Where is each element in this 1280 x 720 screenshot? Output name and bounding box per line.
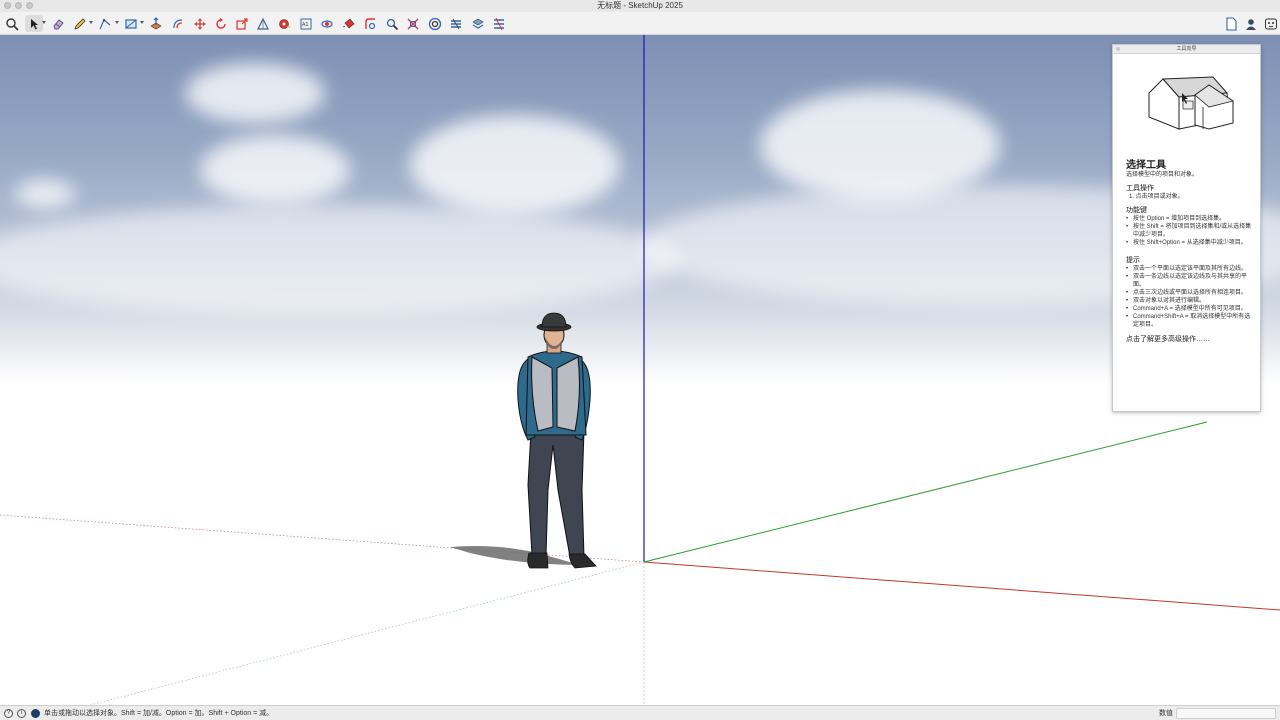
instructor-panel: 工具向导 选择工具 选择模型中的项目和对象。 工具操作 1. 点击项目或对象。 …: [1112, 44, 1261, 412]
layers-icon[interactable]: [447, 15, 465, 32]
measurements-input[interactable]: [1176, 708, 1276, 719]
list-item: 双击一条边线以选定该边线及与其共享的平面。: [1126, 273, 1256, 289]
list-item: 按住 Shift = 将加项目到选择集和/或从选择集中减少项目。: [1126, 223, 1256, 239]
measurements-label: 数值: [1159, 710, 1173, 717]
scale-icon[interactable]: [233, 15, 251, 32]
scenes-icon[interactable]: [490, 15, 508, 32]
info-icon[interactable]: ?: [4, 709, 13, 718]
line-icon[interactable]: [96, 15, 114, 32]
eraser-icon[interactable]: [49, 15, 67, 32]
chevron-down-icon[interactable]: [115, 21, 119, 24]
instructor-header: 工具向导: [1113, 45, 1260, 54]
tape-measure-icon[interactable]: [275, 15, 293, 32]
chevron-down-icon[interactable]: [42, 21, 46, 24]
status-text: 单击或拖动以选择对象。Shift = 加/减。Option = 加。Shift …: [44, 710, 274, 717]
modifier-list: 按住 Option = 增加项目到选择集。 按住 Shift = 将加项目到选择…: [1126, 215, 1256, 247]
help-icon[interactable]: [1262, 15, 1280, 32]
rectangle-icon[interactable]: [122, 15, 140, 32]
credits-icon[interactable]: [31, 709, 40, 718]
paint-bucket-icon[interactable]: [340, 15, 358, 32]
axes-and-figure: [0, 35, 1280, 705]
protractor-icon[interactable]: [254, 15, 272, 32]
pencil-icon[interactable]: [71, 15, 89, 32]
main-toolbar: A1: [0, 12, 1280, 35]
list-item: 按住 Shift+Option = 从选择集中减少项目。: [1126, 239, 1256, 247]
person-figure[interactable]: [517, 312, 597, 569]
red-axis: [643, 561, 1280, 611]
close-icon[interactable]: [1116, 47, 1120, 51]
push-pull-icon[interactable]: [147, 15, 165, 32]
svg-text:A1: A1: [302, 22, 309, 28]
orbit-icon[interactable]: [318, 15, 336, 32]
account-icon[interactable]: [1242, 15, 1260, 32]
modifier-heading: 功能键: [1126, 207, 1147, 214]
instructor-content: 选择工具 选择模型中的项目和对象。 工具操作 1. 点击项目或对象。 功能键 按…: [1126, 160, 1256, 344]
model-viewport[interactable]: [0, 35, 1280, 705]
chevron-down-icon[interactable]: [140, 21, 144, 24]
list-item: 按住 Option = 增加项目到选择集。: [1126, 215, 1256, 223]
tool-subtitle: 选择模型中的项目和对象。: [1126, 172, 1199, 178]
operation-step: 1. 点击项目或对象。: [1129, 194, 1184, 200]
list-item: 点击三次边线或平面以选择所有相连项目。: [1126, 289, 1256, 297]
green-axis: [643, 421, 1208, 563]
rotate-icon[interactable]: [212, 15, 230, 32]
dimension-icon[interactable]: A1: [297, 15, 315, 32]
title-bar: 无标题 - SketchUp 2025: [0, 0, 1280, 12]
list-item: Command+A = 选择模型中所有可见项目。: [1126, 305, 1256, 313]
search-icon[interactable]: [3, 15, 21, 32]
offset-icon[interactable]: [169, 15, 187, 32]
house-illustration: [1148, 76, 1234, 130]
window-title: 无标题 - SketchUp 2025: [597, 1, 683, 10]
operation-heading: 工具操作: [1126, 185, 1154, 192]
zoom-extents-icon[interactable]: [404, 15, 422, 32]
chevron-down-icon[interactable]: [89, 21, 93, 24]
styles-icon[interactable]: [469, 15, 487, 32]
status-bar: ? i 单击或拖动以选择对象。Shift = 加/减。Option = 加。Sh…: [0, 705, 1280, 720]
list-item: Command+Shift+A = 取消选择模型中所有选定项目。: [1126, 313, 1256, 329]
select-arrow-icon[interactable]: [25, 15, 43, 32]
section-plane-icon[interactable]: [426, 15, 444, 32]
geolocation-icon[interactable]: i: [17, 709, 26, 718]
green-axis-negative: [89, 561, 645, 705]
instructor-header-title: 工具向导: [1176, 46, 1197, 52]
follow-me-icon[interactable]: [361, 15, 379, 32]
tool-title: 选择工具: [1126, 160, 1166, 171]
tips-heading: 提示: [1126, 257, 1140, 264]
tips-list: 双击一个平面以选定该平面及其所有边线。 双击一条边线以选定该边线及与其共享的平面…: [1126, 265, 1256, 329]
list-item: 双击对象以对其进行编辑。: [1126, 297, 1256, 305]
move-icon[interactable]: [191, 15, 209, 32]
more-advanced-link[interactable]: 点击了解更多高级操作……: [1126, 335, 1256, 344]
list-item: 双击一个平面以选定该平面及其所有边线。: [1126, 265, 1256, 273]
zoom-icon[interactable]: [383, 15, 401, 32]
document-icon[interactable]: [1222, 15, 1240, 32]
figure-shadow: [450, 546, 580, 565]
